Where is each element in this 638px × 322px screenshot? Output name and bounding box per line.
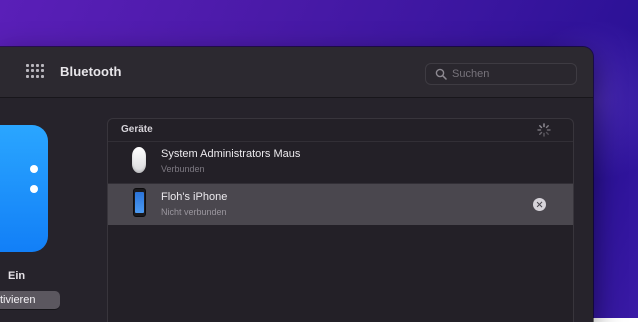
search-input[interactable]: [452, 66, 570, 82]
iphone-icon: [133, 188, 146, 217]
remove-device-icon[interactable]: [533, 198, 546, 211]
window-title: Bluetooth: [60, 64, 122, 79]
bluetooth-settings-window: Bluetooth Ein tivieren Geräte: [0, 47, 593, 322]
toolbar: Bluetooth: [0, 47, 593, 98]
search-icon: [435, 68, 447, 80]
device-name: System Administrators Maus: [161, 148, 301, 160]
device-name: Floh's iPhone: [161, 191, 228, 203]
bluetooth-state-label: Ein: [8, 270, 26, 282]
devices-header: Geräte: [108, 119, 573, 142]
devices-title: Geräte: [121, 124, 153, 135]
device-status: Nicht verbunden: [161, 207, 227, 217]
device-status: Verbunden: [161, 164, 205, 174]
bluetooth-icon: [0, 125, 48, 252]
spinner-icon: [537, 123, 551, 137]
mouse-icon: [132, 147, 146, 173]
grid-icon[interactable]: [26, 64, 46, 78]
device-row-iphone[interactable]: Floh's iPhone Nicht verbunden: [108, 184, 573, 225]
devices-panel: Geräte System Administrators Maus Verbun…: [107, 118, 574, 322]
bluetooth-toggle-button[interactable]: tivieren: [0, 291, 60, 309]
device-row-mouse[interactable]: System Administrators Maus Verbunden: [108, 141, 573, 182]
search-field[interactable]: [425, 63, 577, 85]
